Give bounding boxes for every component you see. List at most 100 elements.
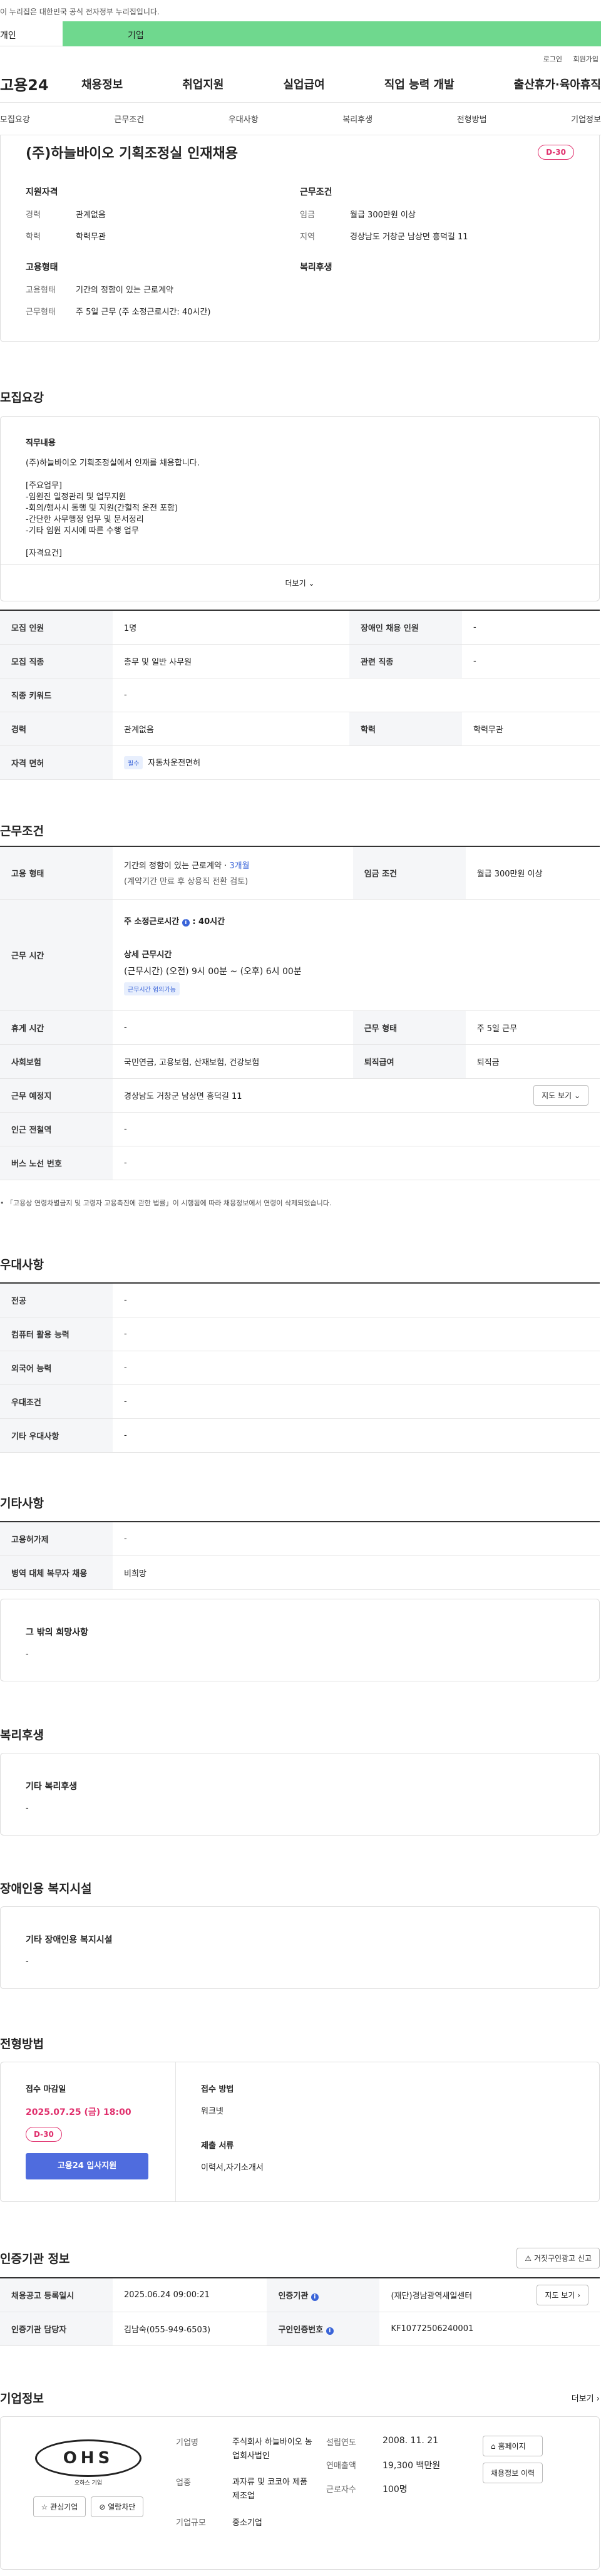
est-value: 2008. 11. 21 — [383, 2436, 439, 2446]
size-label: 기업규모 — [176, 2518, 206, 2528]
map-button[interactable]: 지도 보기 ⌄ — [533, 1084, 588, 1106]
emp-period: 3개월 — [229, 861, 250, 871]
duty-line: -회의/행사시 동행 및 지원(간헐적 운전 포함) — [26, 504, 178, 513]
anchor-recruit[interactable]: 모집요강 — [0, 113, 30, 125]
career-value: 관계없음 — [76, 210, 106, 220]
deadline-column: 접수 마감일 2025.07.25 (금) 18:00 D-30 고용24 입사… — [1, 2062, 176, 2201]
company-actions: ⌂ 홈페이지 채용정보 이력 — [476, 2436, 543, 2569]
method-value: 워크넷 — [201, 2107, 223, 2116]
duty-title: 직무내용 — [26, 439, 56, 448]
join-link[interactable]: 회원가입 — [573, 55, 598, 63]
table-row: 직종 키워드 - — [0, 678, 600, 712]
etc-section-title: 기타사항 — [0, 1497, 44, 1510]
org-label: 인증기관 — [278, 2291, 309, 2301]
util-bar: 로그인 회원가입 — [0, 46, 601, 65]
hours-value: : 40시간 — [192, 917, 225, 927]
etc-table: 고용허가제 - 병역 대체 복무자 채용 비희망 — [0, 1521, 600, 1590]
anchor-process[interactable]: 전형방법 — [457, 113, 487, 125]
homepage-button[interactable]: ⌂ 홈페이지 — [483, 2436, 543, 2456]
duty-lines: (주)하늘바이오 기획조정실에서 인재를 채용합니다. [주요업무] -임원진 일정… — [26, 458, 574, 559]
company-more-link[interactable]: 더보기 › — [572, 2392, 600, 2404]
duty-line: (주)하늘바이오 기획조정실에서 인재를 채용합니다. — [26, 459, 200, 468]
star-icon: ☆ — [41, 2503, 48, 2511]
company-header: 기업정보 더보기 › — [0, 2389, 600, 2406]
fav-company-button[interactable]: ☆ 관심기업 — [33, 2496, 86, 2517]
cell-value: 2025.06.24 09:00:21 — [113, 2278, 267, 2312]
cell-label: 사회보험 — [0, 1044, 113, 1079]
license-value: 자동차운전면허 — [148, 758, 201, 768]
agency-map-button[interactable]: 지도 보기 › — [537, 2284, 588, 2305]
block-company-button[interactable]: ⊘ 열람차단 — [91, 2496, 144, 2517]
cell-value: 주 소정근로시간 i : 40시간 상세 근무시간 (근무시간) (오전) 9시… — [113, 899, 600, 1011]
industry-label: 업종 — [176, 2478, 191, 2488]
table-row: 경력 관계없음 학력 학력무관 — [0, 712, 600, 746]
dday-badge: D-30 — [538, 145, 574, 160]
gnb-item-training[interactable]: 직업 능력 개발 — [384, 76, 455, 92]
table-row: 전공 - — [0, 1283, 600, 1317]
table-row: 우대조건 - — [0, 1384, 600, 1419]
gnb-item-unemployment[interactable]: 실업급여 — [284, 76, 325, 92]
org-value: (재단)경남광역새일센터 — [391, 2291, 473, 2301]
welfare-section-title: 복리후생 — [0, 1728, 44, 1742]
user-type-tabs: 개인 기업 — [0, 21, 601, 46]
cell-label: 버스 노선 번호 — [0, 1146, 113, 1180]
history-button[interactable]: 채용정보 이력 — [483, 2463, 543, 2483]
cell-value: - — [113, 678, 600, 712]
report-button[interactable]: ⚠ 거짓구인광고 신고 — [516, 2248, 600, 2268]
cell-value: 월급 300만원 이상 — [465, 846, 600, 900]
duty-line — [26, 469, 574, 480]
emp-type-value: 기간의 정함이 있는 근로계약 — [76, 286, 173, 295]
welfare-title: 기타 복리후생 — [26, 1782, 78, 1792]
employees-label: 근로자수 — [326, 2485, 356, 2495]
anchor-conditions[interactable]: 근무조건 — [114, 113, 144, 125]
cell-value: 주 5일 근무 — [465, 1010, 600, 1045]
tab-company-label: 기업 — [128, 31, 144, 41]
company-info-col1: 기업명 주식회사 하늘바이오 농업회사법인 업종 과자류 및 코코아 제품 제조업 … — [176, 2436, 326, 2569]
gnb-item-jobs[interactable]: 채용정보 — [81, 76, 123, 92]
anchor-preference[interactable]: 우대사항 — [229, 113, 259, 125]
login-link[interactable]: 로그인 — [543, 55, 562, 63]
table-row: 자격 면허 필수 자동차운전면허 — [0, 745, 600, 780]
duty-line — [26, 537, 574, 548]
cell-label: 직종 키워드 — [0, 678, 113, 712]
report-label: 거짓구인광고 신고 — [533, 2254, 592, 2263]
gnb-item-employment-support[interactable]: 취업지원 — [182, 76, 223, 92]
job-summary-card: (주)하늘바이오 기획조정실 인재채용 D-30 지원자격 경력 관계없음 학력 학… — [0, 135, 600, 342]
site-logo[interactable]: 고용24 — [0, 73, 75, 95]
recruit-section: 모집요강 — [0, 388, 44, 405]
company-name-value: 주식회사 하늘바이오 농업회사법인 — [232, 2438, 312, 2461]
chevron-down-icon: ⌄ — [308, 579, 315, 588]
anchor-company[interactable]: 기업정보 — [571, 113, 601, 125]
table-row: 외국어 능력 - — [0, 1351, 600, 1385]
emp-value: 기간의 정함이 있는 근로계약 · — [124, 861, 230, 871]
cell-label: 자격 면허 — [0, 745, 113, 780]
agency-table: 채용공고 등록일시 2025.06.24 09:00:21 인증기관 i (재단)경남… — [0, 2277, 600, 2346]
recruit-section-title: 모집요강 — [0, 391, 44, 405]
tab-personal[interactable]: 개인 — [0, 21, 63, 46]
more-label: 더보기 — [571, 2394, 594, 2404]
anchor-welfare[interactable]: 복리후생 — [342, 113, 372, 125]
cell-label: 장애인 채용 인원 — [349, 610, 463, 645]
education-value: 학력무관 — [76, 232, 106, 242]
gov-notice: 이 누리집은 대한민국 공식 전자정부 누리집입니다. — [0, 8, 160, 16]
company-section-title: 기업정보 — [0, 2392, 44, 2406]
hours-negotiable-badge: 근무시간 협의가능 — [124, 982, 180, 995]
cell-label: 근무 예정지 — [0, 1078, 113, 1113]
block-icon: ⊘ — [99, 2503, 106, 2511]
table-row: 버스 노선 번호 - — [0, 1146, 600, 1180]
cell-label: 우대조건 — [0, 1384, 113, 1419]
gnb-item-leave[interactable]: 출산휴가·육아휴직 — [514, 76, 601, 92]
cell-value: 관계없음 — [113, 712, 350, 746]
tab-company[interactable]: 기업 — [63, 21, 601, 46]
more-button[interactable]: 더보기 ⌄ — [1, 564, 599, 601]
cell-label: 경력 — [0, 712, 113, 746]
hours-detail-title: 상세 근무시간 — [124, 950, 172, 960]
cell-label: 컴퓨터 활용 능력 — [0, 1317, 113, 1351]
wage-label: 임금 — [300, 210, 315, 220]
agency-section-title: 인증기관 정보 — [0, 2252, 70, 2266]
cell-value: 국민연금, 고용보험, 산재보험, 건강보험 — [113, 1044, 353, 1079]
cell-label: 외국어 능력 — [0, 1351, 113, 1385]
cell-label: 인증기관 i — [267, 2278, 380, 2312]
apply-button[interactable]: 고용24 입사지원 — [26, 2153, 148, 2179]
age-footnote: • 「고용상 연령차별금지 및 고령자 고용촉진에 관한 법률」이 시행됨에 따… — [0, 1199, 332, 1207]
